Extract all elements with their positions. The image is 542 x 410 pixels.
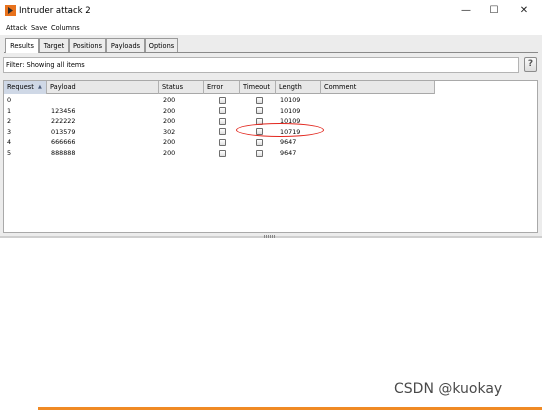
help-icon: ? (527, 59, 534, 69)
minimize-icon: — (461, 5, 471, 16)
cell-status: 200 (163, 138, 176, 147)
menu-columns[interactable]: Columns (51, 24, 80, 32)
tab-results[interactable]: Results (5, 38, 39, 53)
menu-bar (0, 23, 542, 35)
filter-label: Filter: Showing all items (6, 61, 85, 69)
error-checkbox[interactable] (219, 96, 226, 104)
cell-request: 2 (7, 117, 12, 126)
table-row[interactable]: 3 013579 302 10719 (4, 127, 435, 138)
cell-request: 3 (7, 127, 12, 136)
error-checkbox[interactable] (219, 107, 226, 115)
maximize-button[interactable]: ☐ (480, 3, 508, 19)
tab-options[interactable]: Options (145, 38, 178, 52)
window-title: Intruder attack 2 (19, 6, 91, 16)
timeout-checkbox[interactable] (256, 107, 263, 115)
table-row[interactable]: 0 200 10109 (4, 95, 435, 106)
column-header-request[interactable]: Request ▲ (4, 81, 47, 94)
error-checkbox[interactable] (219, 149, 226, 157)
close-button[interactable]: ✕ (510, 3, 538, 19)
help-button[interactable]: ? (524, 57, 537, 72)
cell-request: 4 (7, 138, 12, 147)
timeout-checkbox[interactable] (256, 138, 263, 146)
burp-app-icon (5, 5, 16, 16)
cell-length: 10109 (280, 96, 301, 104)
cell-payload: 123456 (51, 106, 76, 115)
cell-request: 0 (7, 96, 12, 104)
table-row[interactable]: 5 888888 200 9647 (4, 148, 435, 159)
cell-status: 200 (163, 149, 176, 157)
column-header-payload[interactable]: Payload (47, 81, 159, 94)
column-header-timeout[interactable]: Timeout (240, 81, 276, 94)
error-checkbox[interactable] (219, 138, 226, 146)
cell-payload: 013579 (51, 127, 76, 136)
table-row[interactable]: 1 123456 200 10109 (4, 106, 435, 117)
watermark: CSDN @kuokay (394, 381, 503, 397)
column-header-status[interactable]: Status (159, 81, 204, 94)
cell-request: 5 (7, 149, 12, 157)
cell-status: 200 (163, 117, 176, 126)
maximize-icon: ☐ (489, 5, 499, 16)
table-row[interactable]: 2 222222 200 10109 (4, 116, 435, 127)
close-icon: ✕ (519, 5, 529, 16)
timeout-checkbox[interactable] (256, 149, 263, 157)
cell-request: 1 (7, 106, 12, 115)
cell-status: 200 (163, 96, 176, 104)
timeout-checkbox[interactable] (256, 96, 263, 104)
cell-length: 9647 (280, 149, 297, 157)
sort-asc-icon: ▲ (38, 84, 42, 90)
cell-payload: 888888 (51, 149, 76, 157)
tab-positions[interactable]: Positions (69, 38, 106, 52)
cell-payload: 222222 (51, 117, 76, 126)
minimize-button[interactable]: — (452, 3, 480, 19)
cell-length: 9647 (280, 138, 297, 147)
table-row[interactable]: 4 666666 200 9647 (4, 137, 435, 148)
error-checkbox[interactable] (219, 128, 226, 136)
column-header-error[interactable]: Error (204, 81, 240, 94)
error-checkbox[interactable] (219, 117, 226, 125)
tab-target[interactable]: Target (39, 38, 69, 52)
tab-payloads[interactable]: Payloads (106, 38, 145, 52)
cell-status: 200 (163, 106, 176, 115)
column-header-comment[interactable]: Comment (321, 81, 435, 94)
highlight-ellipse (236, 123, 324, 137)
menu-save[interactable]: Save (31, 24, 47, 32)
menu-attack[interactable]: Attack (6, 24, 27, 32)
cell-payload: 666666 (51, 138, 76, 147)
column-header-length[interactable]: Length (276, 81, 321, 94)
cell-status: 302 (163, 127, 176, 136)
cell-length: 10109 (280, 106, 301, 115)
